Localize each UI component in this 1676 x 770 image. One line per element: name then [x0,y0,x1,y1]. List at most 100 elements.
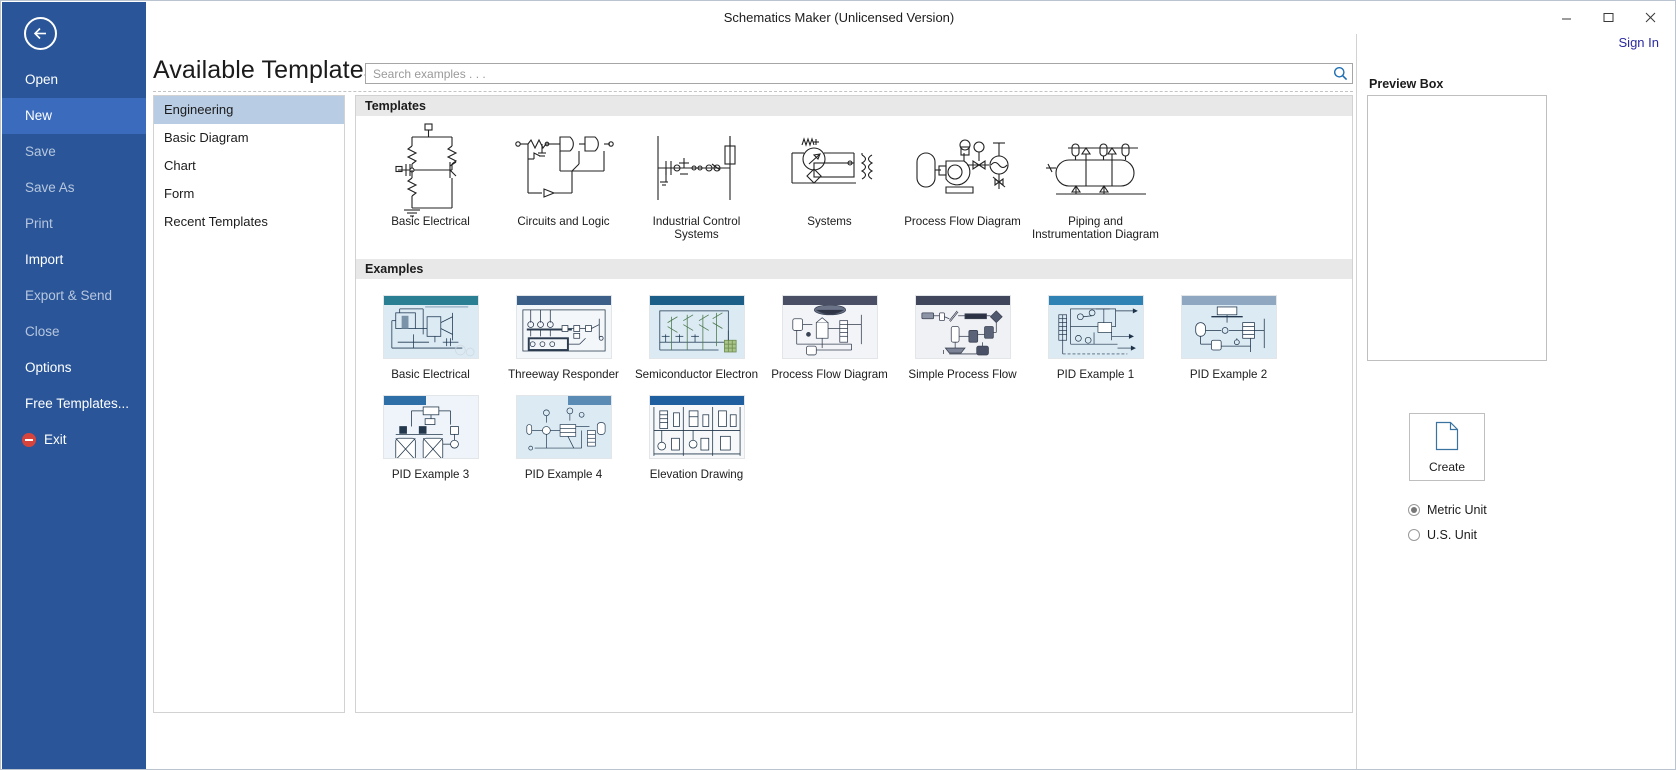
examples-section-header: Examples [356,259,1352,279]
template-label: Industrial Control Systems [652,215,741,241]
sidebar-item-save[interactable]: Save [2,134,146,170]
create-button-label: Create [1428,459,1466,474]
example-tile[interactable]: PID Example 3 [364,395,497,481]
sidebar-item-new[interactable]: New [2,98,146,134]
sidebar-item-options[interactable]: Options [2,350,146,386]
sidebar-item-free-templates[interactable]: Free Templates... [2,386,146,422]
category-item-recent-templates[interactable]: Recent Templates [154,208,344,236]
template-label: Piping and Instrumentation Diagram [1032,215,1159,241]
preview-box [1367,95,1547,361]
templates-section-header: Templates [356,96,1352,116]
window-controls [1545,1,1671,34]
sidebar-item-open[interactable]: Open [2,62,146,98]
sidebar-item-print[interactable]: Print [2,206,146,242]
piping-instrumentation-schematic-icon [1035,130,1156,210]
example-label: Semiconductor Electron [634,368,759,381]
radio-metric-icon[interactable] [1408,504,1420,516]
example-thumbnail-pid-example-3 [382,395,479,459]
title-bar: Schematics Maker (Unlicensed Version) [1,1,1675,34]
example-label: Process Flow Diagram [771,368,888,381]
systems-schematic-icon [769,130,890,210]
template-tile[interactable]: Process Flow Diagram [896,130,1029,241]
examples-grid: Basic Electrical Threeway Responder Semi… [356,279,1352,495]
sign-in-link[interactable]: Sign In [1619,35,1659,50]
search-box[interactable] [365,63,1353,84]
example-thumbnail-pid-example-4 [515,395,612,459]
template-label: Systems [807,215,852,228]
example-thumbnail-simple-process-flow [914,295,1011,359]
example-thumbnail-threeway-responder [515,295,612,359]
example-thumbnail-pid-example-2 [1180,295,1277,359]
example-tile[interactable]: PID Example 4 [497,395,630,481]
application-window: Schematics Maker (Unlicensed Version) Si… [0,0,1676,770]
example-tile[interactable]: PID Example 2 [1162,295,1295,381]
maximize-icon[interactable] [1587,4,1629,32]
preview-box-title: Preview Box [1369,77,1444,91]
nav-item-list: Open New Save Save As Print Import Expor… [2,62,146,458]
sidebar-item-import[interactable]: Import [2,242,146,278]
example-label: PID Example 1 [1056,368,1135,381]
template-tile[interactable]: Piping and Instrumentation Diagram [1029,130,1162,241]
template-gallery: Templates Basic Electrical Circuits and … [355,95,1353,713]
sidebar-item-export-and-send[interactable]: Export & Send [2,278,146,314]
example-tile[interactable]: Basic Electrical [364,295,497,381]
example-label: Basic Electrical [391,368,470,381]
circuits-and-logic-schematic-icon [503,130,624,210]
example-label: PID Example 3 [391,468,470,481]
category-item-basic-diagram[interactable]: Basic Diagram [154,124,344,152]
unit-option-us-label: U.S. Unit [1427,528,1478,542]
right-panel-divider [1356,34,1357,769]
template-tile[interactable]: Basic Electrical [364,123,497,241]
sidebar-item-exit-label: Exit [44,432,67,447]
category-panel: Engineering Basic Diagram Chart Form Rec… [153,95,345,713]
template-tile[interactable]: Industrial Control Systems [630,130,763,241]
template-label: Process Flow Diagram [904,215,1021,228]
sidebar-item-exit[interactable]: Exit [2,422,146,458]
sidebar-item-save-as[interactable]: Save As [2,170,146,206]
template-tile[interactable]: Circuits and Logic [497,130,630,241]
templates-grid: Basic Electrical Circuits and Logic Indu… [356,116,1352,247]
example-label: Threeway Responder [508,368,619,381]
header-divider [153,91,1353,92]
template-tile[interactable]: Systems [763,130,896,241]
example-label: PID Example 4 [524,468,603,481]
template-label: Basic Electrical [391,215,470,228]
example-thumbnail-elevation-drawing [648,395,745,459]
industrial-control-schematic-icon [636,130,757,210]
example-tile[interactable]: Simple Process Flow [896,295,1029,381]
create-button[interactable]: Create [1409,413,1485,481]
back-arrow-icon[interactable] [24,17,57,50]
example-label: Elevation Drawing [649,468,744,481]
example-thumbnail-semiconductor-electron [648,295,745,359]
example-label: Simple Process Flow [908,368,1017,381]
category-item-engineering[interactable]: Engineering [154,96,344,124]
close-icon[interactable] [1629,4,1671,32]
category-item-form[interactable]: Form [154,180,344,208]
process-flow-schematic-icon [902,130,1023,210]
category-item-chart[interactable]: Chart [154,152,344,180]
sidebar-item-close[interactable]: Close [2,314,146,350]
basic-electrical-schematic-icon [370,123,491,217]
example-thumbnail-pid-example-1 [1047,295,1144,359]
page-title: Available Templates [153,56,377,84]
example-tile[interactable]: PID Example 1 [1029,295,1162,381]
minimize-icon[interactable] [1545,4,1587,32]
template-label: Circuits and Logic [517,215,610,228]
new-document-icon [1435,421,1459,456]
example-thumbnail-basic-electrical [382,295,479,359]
unit-option-metric[interactable]: Metric Unit [1408,503,1487,517]
left-navigation-panel: Open New Save Save As Print Import Expor… [2,2,146,769]
window-title: Schematics Maker (Unlicensed Version) [723,10,955,25]
exit-icon [22,433,36,447]
radio-us-icon[interactable] [1408,529,1420,541]
search-icon[interactable] [1333,66,1348,86]
example-label: PID Example 2 [1189,368,1268,381]
example-tile[interactable]: Process Flow Diagram [763,295,896,381]
unit-option-metric-label: Metric Unit [1427,503,1487,517]
unit-option-us[interactable]: U.S. Unit [1408,528,1477,542]
example-tile[interactable]: Threeway Responder [497,295,630,381]
search-input[interactable] [371,64,1321,83]
example-tile[interactable]: Elevation Drawing [630,395,763,481]
example-thumbnail-process-flow-diagram [781,295,878,359]
example-tile[interactable]: Semiconductor Electron [630,295,763,381]
